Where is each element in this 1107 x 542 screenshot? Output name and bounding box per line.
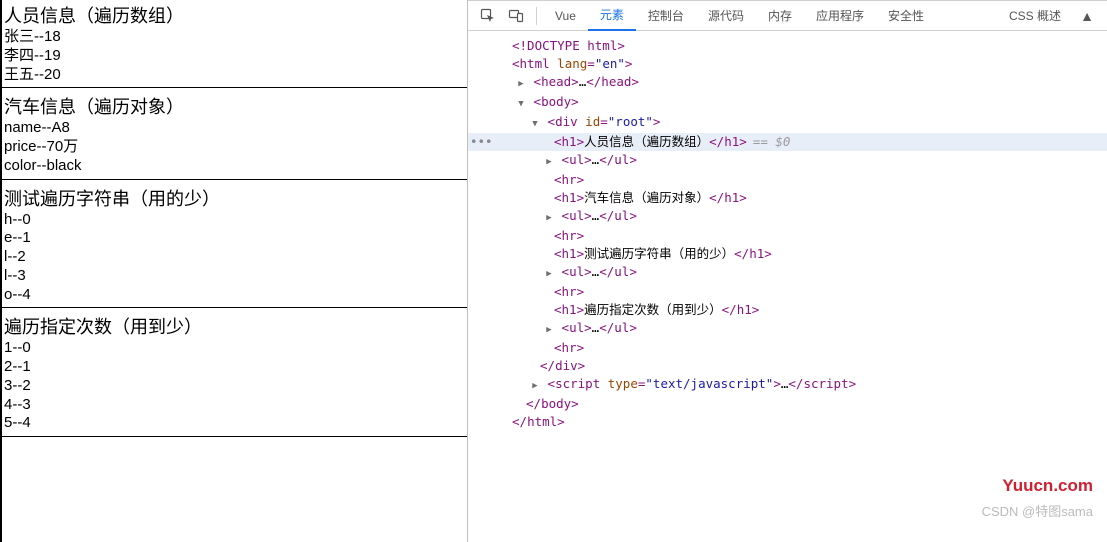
divider bbox=[2, 179, 467, 180]
tree-node-ul[interactable]: ▶ <ul>…</ul> bbox=[488, 151, 1107, 171]
tab-console[interactable]: 控制台 bbox=[636, 1, 696, 31]
list-item: 王五--20 bbox=[2, 66, 467, 85]
divider bbox=[2, 436, 467, 437]
tree-node-selected[interactable]: ••• <h1>人员信息（遍历数组）</h1>== $0 bbox=[468, 133, 1107, 151]
section-title-persons: 人员信息（遍历数组） bbox=[2, 0, 467, 28]
tree-node-hr[interactable]: <hr> bbox=[488, 283, 1107, 301]
list-item: price--70万 bbox=[2, 138, 467, 157]
divider bbox=[2, 307, 467, 308]
list-item: 2--1 bbox=[2, 358, 467, 377]
tree-node-ul[interactable]: ▶ <ul>…</ul> bbox=[488, 319, 1107, 339]
list-item: e--1 bbox=[2, 229, 467, 248]
list-item: name--A8 bbox=[2, 119, 467, 138]
tab-elements[interactable]: 元素 bbox=[588, 1, 636, 31]
tab-memory[interactable]: 内存 bbox=[756, 1, 804, 31]
tree-node-h1[interactable]: <h1>测试遍历字符串（用的少）</h1> bbox=[488, 245, 1107, 263]
tree-node-head[interactable]: ▶ <head>…</head> bbox=[488, 73, 1107, 93]
list-item: color--black bbox=[2, 157, 467, 176]
tree-node-html[interactable]: <html lang="en"> bbox=[488, 55, 1107, 73]
section-title-cars: 汽车信息（遍历对象） bbox=[2, 91, 467, 119]
tree-node-h1[interactable]: <h1>汽车信息（遍历对象）</h1> bbox=[488, 189, 1107, 207]
tab-sources[interactable]: 源代码 bbox=[696, 1, 756, 31]
separator bbox=[536, 7, 537, 25]
tree-node-body[interactable]: ▼ <body> bbox=[488, 93, 1107, 113]
tree-node-hr[interactable]: <hr> bbox=[488, 339, 1107, 357]
watermark-author: CSDN @特图sama bbox=[982, 501, 1093, 520]
tree-node-script[interactable]: ▶ <script type="text/javascript">…</scri… bbox=[488, 375, 1107, 395]
dom-tree[interactable]: <!DOCTYPE html> <html lang="en"> ▶ <head… bbox=[468, 31, 1107, 542]
devtools-panel: Vue 元素 控制台 源代码 内存 应用程序 安全性 CSS 概述 ▲ <!DO… bbox=[468, 0, 1107, 542]
list-item: o--4 bbox=[2, 286, 467, 305]
list-item: l--2 bbox=[2, 248, 467, 267]
list-item: 3--2 bbox=[2, 377, 467, 396]
rendered-page: 人员信息（遍历数组） 张三--18 李四--19 王五--20 汽车信息（遍历对… bbox=[0, 0, 468, 542]
list-item: h--0 bbox=[2, 211, 467, 230]
section-title-string: 测试遍历字符串（用的少） bbox=[2, 183, 467, 211]
inspect-icon[interactable] bbox=[474, 2, 502, 30]
list-item: 张三--18 bbox=[2, 28, 467, 47]
tree-node-ul[interactable]: ▶ <ul>…</ul> bbox=[488, 263, 1107, 283]
tree-node-h1[interactable]: <h1>遍历指定次数（用到少）</h1> bbox=[488, 301, 1107, 319]
more-icon[interactable]: ••• bbox=[470, 133, 493, 151]
tree-node-body-close[interactable]: </body> bbox=[488, 395, 1107, 413]
list-item: 5--4 bbox=[2, 414, 467, 433]
device-toggle-icon[interactable] bbox=[502, 2, 530, 30]
list-item: 李四--19 bbox=[2, 47, 467, 66]
tab-security[interactable]: 安全性 bbox=[876, 1, 936, 31]
section-title-count: 遍历指定次数（用到少） bbox=[2, 311, 467, 339]
tree-node-hr[interactable]: <hr> bbox=[488, 227, 1107, 245]
list-item: 4--3 bbox=[2, 396, 467, 415]
divider bbox=[2, 87, 467, 88]
tab-application[interactable]: 应用程序 bbox=[804, 1, 876, 31]
tab-vue[interactable]: Vue bbox=[543, 1, 588, 31]
devtools-tabbar: Vue 元素 控制台 源代码 内存 应用程序 安全性 CSS 概述 ▲ bbox=[468, 1, 1107, 31]
tree-node-div-close[interactable]: </div> bbox=[488, 357, 1107, 375]
tree-node-div-root[interactable]: ▼ <div id="root"> bbox=[488, 113, 1107, 133]
list-item: 1--0 bbox=[2, 339, 467, 358]
tree-node-html-close[interactable]: </html> bbox=[488, 413, 1107, 431]
watermark-logo: Yuucn.com bbox=[1002, 476, 1093, 496]
tree-node-hr[interactable]: <hr> bbox=[488, 171, 1107, 189]
tree-node-doctype[interactable]: <!DOCTYPE html> bbox=[488, 37, 1107, 55]
list-item: l--3 bbox=[2, 267, 467, 286]
tree-node-ul[interactable]: ▶ <ul>…</ul> bbox=[488, 207, 1107, 227]
expand-icon[interactable]: ▲ bbox=[1073, 2, 1101, 30]
tab-css-overview[interactable]: CSS 概述 bbox=[997, 1, 1073, 31]
